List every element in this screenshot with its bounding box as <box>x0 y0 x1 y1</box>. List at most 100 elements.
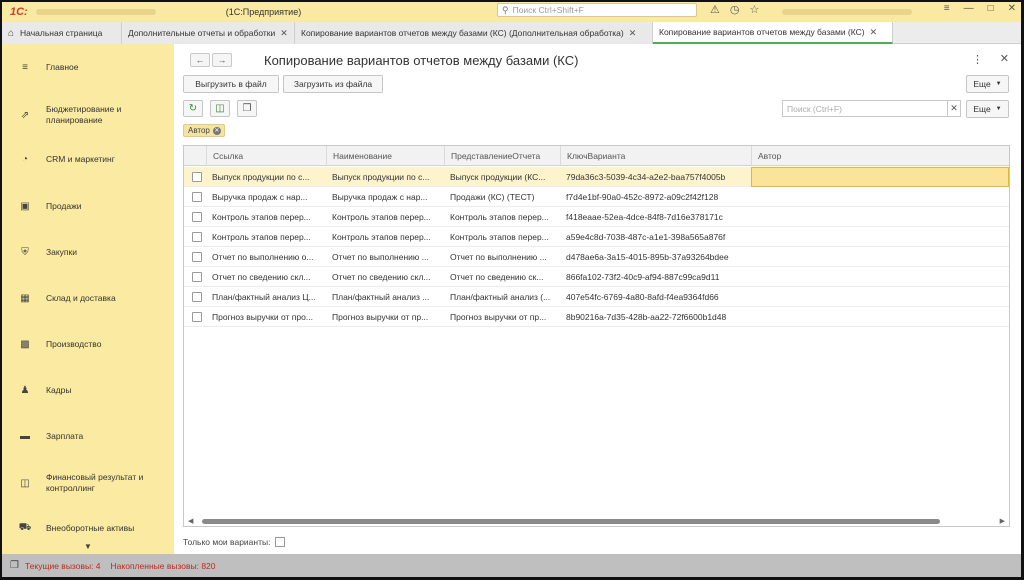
titlebar-icons: ⚠ ◷ ☆ <box>710 3 759 16</box>
column-header-name[interactable]: Наименование <box>326 146 444 166</box>
table-row[interactable]: План/фактный анализ Ц... План/фактный ан… <box>184 287 1009 307</box>
cell-report: Контроль этапов перер... <box>450 232 549 242</box>
cell-variant-key: 866fa102-73f2-40c9-af94-887c99ca9d11 <box>566 272 720 282</box>
sidebar-item-warehouse[interactable]: ▦ Склад и доставка <box>2 293 174 304</box>
sidebar-item-label: Склад и доставка <box>46 293 116 303</box>
clear-search-button[interactable]: ✕ <box>947 100 961 117</box>
star-icon[interactable]: ☆ <box>749 3 759 16</box>
scroll-right-icon[interactable]: ▶ <box>1000 517 1005 525</box>
more-button[interactable]: Еще ▼ <box>966 75 1009 93</box>
sidebar-item-production[interactable]: ▩ Производство <box>2 339 174 350</box>
person-icon: ♟ <box>20 385 30 396</box>
horizontal-scrollbar[interactable]: ◀ ▶ <box>184 517 1009 526</box>
filter-chip-label: Автор <box>188 126 210 135</box>
more-options-icon[interactable]: ⋮ <box>972 53 983 66</box>
sidebar-item-label: Продажи <box>46 201 82 211</box>
copy-icon: ❐ <box>242 103 252 114</box>
copy-button[interactable]: ❐ <box>237 100 257 117</box>
table-row[interactable]: Отчет по выполнению о... Отчет по выполн… <box>184 247 1009 267</box>
sidebar-item-label: Бюджетирование и планирование <box>46 104 122 125</box>
cell-variant-key: a59e4c8d-7038-487c-a1e1-398a565a876f <box>566 232 726 242</box>
cell-report: Контроль этапов перер... <box>450 212 549 222</box>
bell-icon[interactable]: ⚠ <box>710 3 720 16</box>
cart-icon: ⛨ <box>21 247 29 258</box>
refresh-icon: ↻ <box>188 103 198 114</box>
tab-home[interactable]: ⌂ Начальная страница <box>2 22 122 44</box>
column-header-author[interactable]: Автор <box>751 146 1009 166</box>
table-row[interactable]: Выпуск продукции по с... Выпуск продукци… <box>184 167 1009 187</box>
app-title: (1С:Предприятие) <box>225 7 302 17</box>
table-row[interactable]: Прогноз выручки от про... Прогноз выручк… <box>184 307 1009 327</box>
import-from-file-button[interactable]: Загрузить из файла <box>283 75 383 93</box>
cell-report: Прогноз выручки от пр... <box>450 312 547 322</box>
global-search-input[interactable]: ⚲ Поиск Ctrl+Shift+F <box>497 3 697 17</box>
only-mine-filter: Только мои варианты: <box>183 537 286 547</box>
truck-icon: ⛟ <box>18 522 32 533</box>
warehouse-icon: ▦ <box>20 293 30 304</box>
row-checkbox[interactable] <box>192 272 202 282</box>
close-icon[interactable]: ✕ <box>629 28 637 39</box>
scroll-down-icon[interactable]: ▼ <box>84 542 92 551</box>
factory-icon: ▩ <box>20 339 30 350</box>
row-checkbox[interactable] <box>192 292 202 302</box>
maximize-icon[interactable]: □ <box>988 3 994 14</box>
table-header: Ссылка Наименование ПредставлениеОтчета … <box>184 146 1009 166</box>
row-checkbox[interactable] <box>192 192 202 202</box>
tab-additional-reports[interactable]: Дополнительные отчеты и обработки ✕ <box>122 22 295 44</box>
forward-button[interactable]: → <box>212 53 232 67</box>
tab-copy-variants-processing[interactable]: Копирование вариантов отчетов между база… <box>295 22 653 44</box>
sidebar-item-label: Зарплата <box>46 431 84 441</box>
windows-icon[interactable]: ❐ <box>10 560 19 571</box>
sidebar: ≡ Главное ⇗ Бюджетирование и планировани… <box>2 44 174 554</box>
scrollbar-thumb[interactable] <box>202 519 940 524</box>
more-button-2[interactable]: Еще ▼ <box>966 100 1009 118</box>
sidebar-item-assets[interactable]: ⛟ Внеоборотные активы <box>2 522 174 535</box>
history-icon[interactable]: ◷ <box>730 3 740 16</box>
column-header-link[interactable]: Ссылка <box>206 146 326 166</box>
cell-report: Отчет по выполнению ... <box>450 252 547 262</box>
column-header-variant-key[interactable]: КлючВарианта <box>560 146 751 166</box>
filter-chip-author[interactable]: Автор ✕ <box>183 124 225 137</box>
sidebar-item-finance[interactable]: ◫ Финансовый результат и контроллинг <box>2 472 174 494</box>
scroll-left-icon[interactable]: ◀ <box>188 517 193 525</box>
close-icon[interactable]: ✕ <box>870 27 878 38</box>
sidebar-item-main[interactable]: ≡ Главное <box>2 62 174 73</box>
sidebar-item-label: Главное <box>46 62 79 72</box>
column-header-report[interactable]: ПредставлениеОтчета <box>444 146 560 166</box>
close-icon[interactable]: ✕ <box>1000 52 1009 65</box>
arrow-left-icon: ← <box>195 55 205 65</box>
sidebar-item-crm[interactable]: ◔ CRM и маркетинг <box>2 154 174 165</box>
close-window-icon[interactable]: ✕ <box>1008 3 1016 14</box>
sidebar-item-sales[interactable]: ▣ Продажи <box>2 201 174 212</box>
table-row[interactable]: Контроль этапов перер... Контроль этапов… <box>184 207 1009 227</box>
cell-variant-key: 407e54fc-6769-4a80-8afd-f4ea9364fd66 <box>566 292 719 302</box>
table-row[interactable]: Выручка продаж с нар... Выручка продаж с… <box>184 187 1009 207</box>
sidebar-item-purchases[interactable]: ⛨ Закупки <box>2 247 174 258</box>
export-to-file-button[interactable]: Выгрузить в файл <box>183 75 279 93</box>
sidebar-item-budget[interactable]: ⇗ Бюджетирование и планирование <box>2 104 174 126</box>
table-row[interactable]: Контроль этапов перер... Контроль этапов… <box>184 227 1009 247</box>
cell-variant-key: f7d4e1bf-90a0-452c-8972-a09c2f42f128 <box>566 192 719 202</box>
row-checkbox[interactable] <box>192 312 202 322</box>
sidebar-item-salary[interactable]: ▬ Зарплата <box>2 431 174 442</box>
sidebar-item-hr[interactable]: ♟ Кадры <box>2 385 174 396</box>
copy-settings-button[interactable]: ◫ <box>210 100 230 117</box>
cell-author-selected[interactable] <box>751 167 1009 187</box>
row-checkbox[interactable] <box>192 212 202 222</box>
refresh-button[interactable]: ↻ <box>183 100 203 117</box>
row-checkbox[interactable] <box>192 172 202 182</box>
menu-icon[interactable]: ≡ <box>944 3 950 14</box>
tab-copy-variants[interactable]: Копирование вариантов отчетов между база… <box>653 22 893 44</box>
list-search-input[interactable]: Поиск (Ctrl+F) <box>782 100 948 117</box>
table-row[interactable]: Отчет по сведению скл... Отчет по сведен… <box>184 267 1009 287</box>
row-checkbox[interactable] <box>192 252 202 262</box>
only-mine-checkbox[interactable] <box>275 537 286 547</box>
row-checkbox[interactable] <box>192 232 202 242</box>
cell-name: Выпуск продукции по с... <box>332 172 430 182</box>
back-button[interactable]: ← <box>190 53 210 67</box>
remove-filter-icon[interactable]: ✕ <box>212 126 221 135</box>
tab-label: Копирование вариантов отчетов между база… <box>301 28 624 38</box>
accumulated-calls: Накопленные вызовы: 820 <box>110 560 216 571</box>
minimize-icon[interactable]: — <box>964 3 974 14</box>
close-icon[interactable]: ✕ <box>280 28 288 39</box>
